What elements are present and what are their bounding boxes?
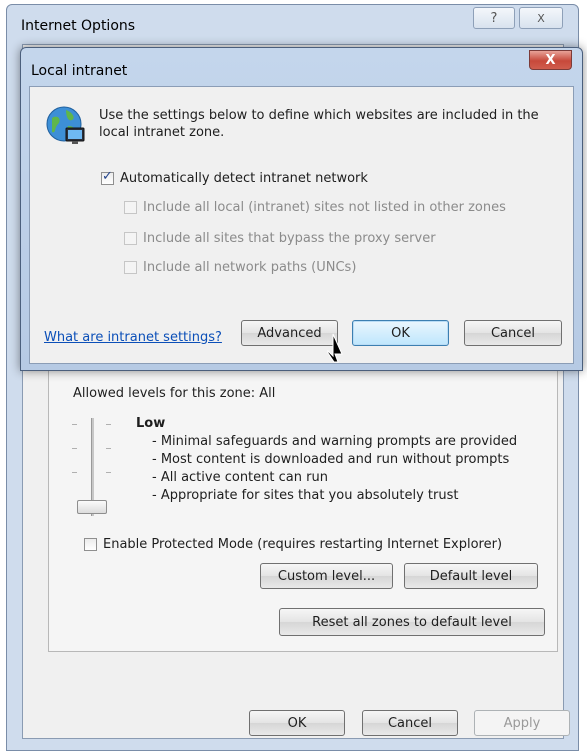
default-level-button[interactable]: Default level [404, 563, 538, 589]
slider-tick [106, 448, 111, 449]
dialog-intro-text: Use the settings below to define which w… [99, 108, 539, 140]
checkbox-box[interactable] [101, 169, 114, 185]
option-label: Include all sites that bypass the proxy … [143, 231, 436, 246]
intranet-settings-help-link[interactable]: What are intranet settings? [44, 330, 222, 345]
ok-button[interactable]: OK [249, 710, 345, 736]
security-level-name: Low [136, 416, 166, 431]
slider-tick [72, 472, 77, 473]
protected-mode-checkbox[interactable]: Enable Protected Mode (requires restarti… [84, 537, 502, 552]
slider-tick [72, 448, 77, 449]
auto-detect-label: Automatically detect intranet network [120, 171, 368, 186]
apply-button[interactable]: Apply [474, 710, 570, 736]
slider-tick [106, 472, 111, 473]
reset-all-zones-button[interactable]: Reset all zones to default level [279, 608, 545, 636]
cancel-button[interactable]: Cancel [362, 710, 458, 736]
allowed-levels-label: Allowed levels for this zone: All [73, 386, 276, 401]
advanced-button[interactable]: Advanced [241, 320, 338, 346]
mouse-pointer-icon [327, 333, 343, 363]
checkbox-box[interactable] [124, 201, 137, 214]
security-slider-thumb[interactable] [77, 500, 107, 514]
option-checkbox-local-sites[interactable]: Include all local (intranet) sites not l… [124, 200, 506, 215]
custom-level-button[interactable]: Custom level... [260, 563, 393, 589]
level-description-line: - Minimal safeguards and warning prompts… [152, 434, 518, 449]
help-button[interactable]: ? [473, 7, 515, 29]
option-label: Include all network paths (UNCs) [143, 260, 357, 275]
dialog-ok-button[interactable]: OK [352, 320, 449, 346]
option-label: Include all local (intranet) sites not l… [143, 200, 506, 215]
checkbox-box[interactable] [124, 261, 137, 274]
checkbox-box[interactable] [84, 538, 97, 551]
auto-detect-checkbox[interactable]: Automatically detect intranet network [101, 169, 368, 186]
slider-tick [72, 424, 77, 425]
dialog-cancel-button[interactable]: Cancel [464, 320, 562, 346]
slider-tick [106, 424, 111, 425]
dialog-title: Local intranet [31, 63, 128, 79]
dialog-close-button[interactable]: X [529, 50, 572, 70]
checkbox-box[interactable] [124, 232, 137, 245]
option-checkbox-network-paths[interactable]: Include all network paths (UNCs) [124, 260, 356, 275]
option-checkbox-bypass-proxy[interactable]: Include all sites that bypass the proxy … [124, 231, 436, 246]
level-description-line: - Most content is downloaded and run wit… [152, 452, 510, 467]
level-description-line: - Appropriate for sites that you absolut… [152, 488, 459, 503]
window-title: Internet Options [21, 18, 136, 34]
window-close-button[interactable]: X [519, 7, 563, 29]
intranet-globe-icon [46, 106, 85, 144]
level-description-line: - All active content can run [152, 470, 328, 485]
protected-mode-label: Enable Protected Mode (requires restarti… [103, 537, 503, 552]
